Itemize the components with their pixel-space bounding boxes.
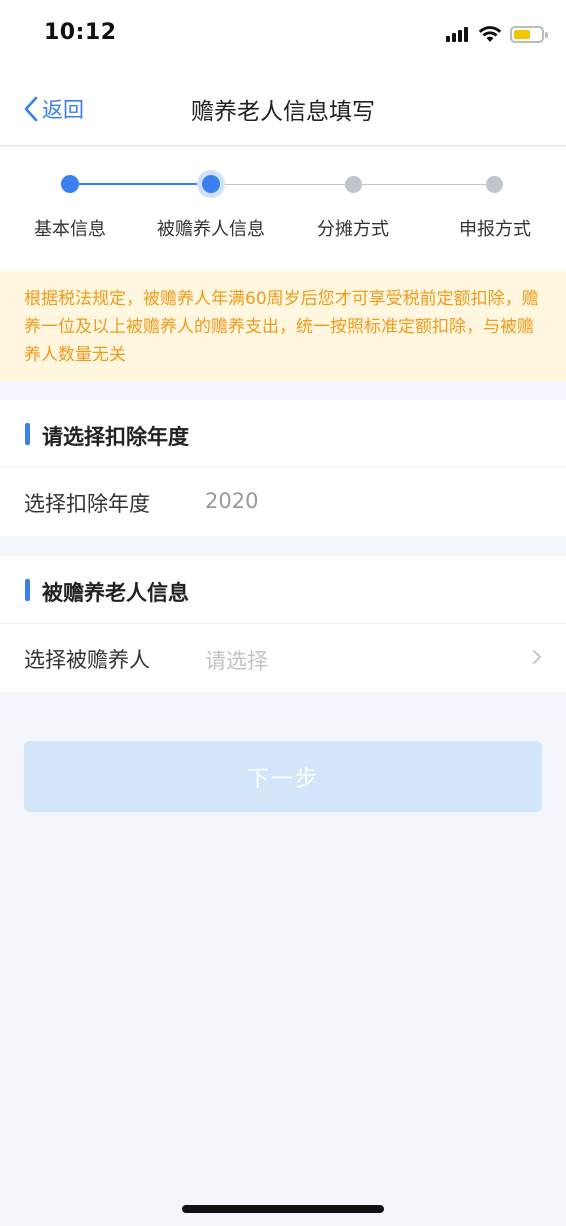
step-dot-filing-method [486, 176, 503, 193]
status-time: 10:12 [44, 20, 117, 45]
section-accent-bar [25, 579, 30, 601]
deduction-year-value: 2020 [205, 489, 259, 513]
row-label: 选择扣除年度 [24, 492, 150, 516]
battery-icon [510, 25, 548, 43]
step-label-split-method: 分摊方式 [317, 219, 389, 240]
step-label-filing-method: 申报方式 [459, 219, 531, 240]
row-label: 选择被赡养人 [24, 648, 150, 672]
step-label-dependent-info: 被赡养人信息 [157, 219, 265, 240]
select-dependent-placeholder: 请选择 [205, 649, 268, 673]
tax-notice: 根据税法规定，被赡养人年满60周岁后您才可享受税前定额扣除，赡养一位及以上被赡养… [0, 271, 566, 381]
step-label-basic-info: 基本信息 [34, 219, 106, 240]
chevron-right-icon [533, 650, 541, 664]
section-title: 请选择扣除年度 [42, 425, 189, 449]
elder-info-section: 被赡养老人信息 选择被赡养人 请选择 [0, 556, 566, 692]
page-title: 赡养老人信息填写 [191, 99, 375, 125]
select-dependent-row[interactable]: 选择被赡养人 请选择 [0, 624, 566, 692]
step-connector [70, 183, 211, 185]
status-icons [446, 24, 548, 44]
progress-steps: 基本信息 被赡养人信息 分摊方式 申报方式 [0, 147, 566, 271]
next-step-button[interactable]: 下一步 [24, 741, 542, 812]
step-dot-split-method [345, 176, 362, 193]
section-accent-bar [25, 423, 30, 445]
section-title: 被赡养老人信息 [42, 581, 189, 605]
step-dot-dependent-info [202, 175, 220, 193]
deduction-year-section: 请选择扣除年度 选择扣除年度 2020 [0, 400, 566, 536]
deduction-year-row[interactable]: 选择扣除年度 2020 [0, 468, 566, 536]
notice-text: 根据税法规定，被赡养人年满60周岁后您才可享受税前定额扣除，赡养一位及以上被赡养… [24, 289, 539, 365]
step-dot-basic-info [61, 175, 79, 193]
cellular-signal-icon [446, 26, 470, 42]
section-header: 被赡养老人信息 [0, 556, 566, 624]
section-header: 请选择扣除年度 [0, 400, 566, 468]
home-indicator [182, 1205, 384, 1213]
navigation-bar: 返回 赡养老人信息填写 [0, 70, 566, 146]
wifi-icon [478, 26, 502, 42]
screen: 10:12 返回 赡养老人信息填写 基本信息 被赡养人信息 分摊方式 申报方式 … [0, 0, 566, 1226]
status-bar: 10:12 [0, 0, 566, 70]
